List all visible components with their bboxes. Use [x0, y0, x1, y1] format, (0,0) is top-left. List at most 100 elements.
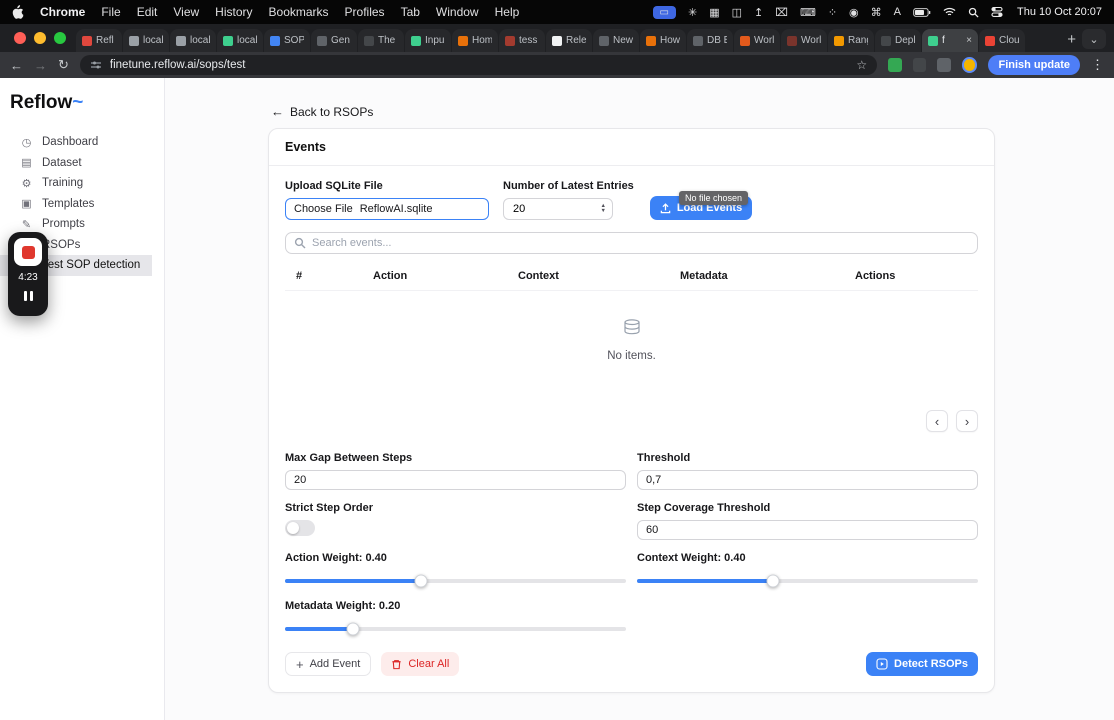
site-settings-icon[interactable]: [90, 59, 102, 71]
back-button[interactable]: ←: [10, 58, 23, 73]
browser-tab[interactable]: Rele: [546, 29, 592, 52]
paw-icon[interactable]: ⁘: [828, 6, 837, 19]
new-tab-button[interactable]: +: [1067, 31, 1076, 48]
action-weight-slider[interactable]: [285, 574, 626, 588]
profile-avatar[interactable]: [961, 57, 978, 73]
browser-tab[interactable]: local: [123, 29, 169, 52]
prompts-icon: ✎: [21, 218, 32, 231]
next-page-button[interactable]: ›: [956, 410, 978, 432]
screen-mirroring-indicator[interactable]: ▭: [652, 5, 676, 19]
sidebar-item-templates[interactable]: ▣ Templates: [0, 194, 152, 215]
slider-thumb[interactable]: [766, 574, 780, 588]
prev-page-button[interactable]: ‹: [926, 410, 948, 432]
stepper-arrows[interactable]: ▲ ▼: [599, 203, 608, 214]
browser-tab[interactable]: DB B: [687, 29, 733, 52]
back-to-rsops-link[interactable]: ← Back to RSOPs: [271, 104, 373, 119]
coverage-input[interactable]: [637, 520, 978, 540]
menubar-app-name[interactable]: Chrome: [40, 5, 85, 19]
keyboard-icon[interactable]: ⌨: [800, 6, 816, 19]
menubar-item[interactable]: Profiles: [345, 5, 385, 19]
browser-tab[interactable]: Clou: [979, 29, 1025, 52]
tab-search-button[interactable]: ⌄: [1082, 29, 1106, 49]
detect-rsops-button[interactable]: Detect RSOPs: [866, 652, 978, 676]
browser-tab[interactable]: Depl: [875, 29, 921, 52]
airplay-icon[interactable]: ↥: [754, 6, 763, 19]
file-input[interactable]: Choose File ReflowAI.sqlite: [285, 198, 489, 220]
input-source-icon[interactable]: A: [894, 6, 901, 18]
browser-tab[interactable]: Gen: [311, 29, 357, 52]
browser-tab[interactable]: New: [593, 29, 639, 52]
wifi-icon[interactable]: [943, 7, 956, 17]
browser-tab[interactable]: Rang: [828, 29, 874, 52]
menubar-item[interactable]: Tab: [401, 5, 420, 19]
choose-file-button[interactable]: Choose File: [294, 203, 353, 215]
browser-tab[interactable]: How: [640, 29, 686, 52]
spotlight-search-icon[interactable]: [968, 7, 979, 18]
menubar-item[interactable]: Bookmarks: [269, 5, 329, 19]
browser-tab[interactable]: Worl: [781, 29, 827, 52]
browser-tab[interactable]: Refl: [76, 29, 122, 52]
close-box-icon[interactable]: ⌧: [775, 6, 788, 19]
stop-recording-button[interactable]: [14, 238, 42, 266]
extension-icon[interactable]: [888, 58, 902, 72]
tab-label: Rang: [848, 35, 868, 46]
extension-icon[interactable]: [912, 58, 927, 72]
browser-tab[interactable]: f ×: [922, 29, 978, 52]
reload-button[interactable]: ↻: [58, 57, 69, 73]
browser-tab[interactable]: Inpu: [405, 29, 451, 52]
menubar-clock[interactable]: Thu 10 Oct 20:07: [1017, 6, 1102, 18]
sidebar-item-dashboard[interactable]: ◷ Dashboard: [0, 132, 152, 153]
url-text[interactable]: finetune.reflow.ai/sops/test: [110, 59, 849, 71]
menubar-item[interactable]: Window: [436, 5, 479, 19]
menubar-item[interactable]: File: [101, 5, 120, 19]
camera-icon[interactable]: ◫: [732, 6, 742, 19]
sidebar-item-training[interactable]: ⚙ Training: [0, 173, 152, 194]
search-input[interactable]: [312, 237, 969, 249]
metadata-weight-slider[interactable]: [285, 622, 626, 636]
address-bar[interactable]: finetune.reflow.ai/sops/test ☆: [79, 55, 878, 75]
command-icon[interactable]: ⌘: [871, 6, 882, 19]
stepper-down-icon[interactable]: ▼: [601, 208, 606, 214]
sidebar-item-dataset[interactable]: ▤ Dataset: [0, 153, 152, 174]
slider-thumb[interactable]: [414, 574, 428, 588]
entries-input[interactable]: [506, 203, 599, 215]
zoom-window-button[interactable]: [54, 32, 66, 44]
browser-tab[interactable]: The: [358, 29, 404, 52]
browser-menu-icon[interactable]: ⋮: [1091, 57, 1104, 73]
bookmark-star-icon[interactable]: ☆: [856, 58, 867, 72]
pause-recording-button[interactable]: [23, 291, 33, 301]
menubar-item[interactable]: View: [173, 5, 199, 19]
finish-update-button[interactable]: Finish update: [988, 55, 1080, 75]
control-center-icon[interactable]: [991, 6, 1003, 18]
browser-tab[interactable]: Hom: [452, 29, 498, 52]
apple-logo-icon[interactable]: [12, 5, 24, 19]
minimize-window-button[interactable]: [34, 32, 46, 44]
add-event-button[interactable]: + Add Event: [285, 652, 372, 676]
strict-order-toggle[interactable]: [285, 520, 315, 536]
menubar-item[interactable]: Edit: [137, 5, 158, 19]
browser-tab[interactable]: local: [217, 29, 263, 52]
window-grid-icon[interactable]: ▦: [709, 6, 719, 19]
close-window-button[interactable]: [14, 32, 26, 44]
extensions-puzzle-icon[interactable]: [937, 58, 951, 72]
tab-label: Depl: [895, 35, 915, 46]
record-icon[interactable]: ◉: [849, 6, 859, 19]
clear-all-button[interactable]: Clear All: [381, 652, 460, 676]
max-gap-input[interactable]: [285, 470, 626, 490]
browser-tab[interactable]: SOP: [264, 29, 310, 52]
tab-favicon: [270, 35, 280, 46]
browser-tab[interactable]: tess: [499, 29, 545, 52]
tab-close-icon[interactable]: ×: [966, 35, 972, 46]
gear-icon[interactable]: ✳: [688, 6, 697, 19]
browser-tab[interactable]: local: [170, 29, 216, 52]
slider-thumb[interactable]: [346, 622, 360, 636]
forward-button[interactable]: →: [34, 58, 47, 73]
threshold-input[interactable]: [637, 470, 978, 490]
app-logo[interactable]: Reflow~: [0, 88, 164, 116]
browser-tab[interactable]: Worl: [734, 29, 780, 52]
menubar-item[interactable]: Help: [495, 5, 520, 19]
search-box[interactable]: [285, 232, 978, 254]
entries-stepper[interactable]: ▲ ▼: [503, 198, 613, 220]
context-weight-slider[interactable]: [637, 574, 978, 588]
menubar-item[interactable]: History: [215, 5, 252, 19]
